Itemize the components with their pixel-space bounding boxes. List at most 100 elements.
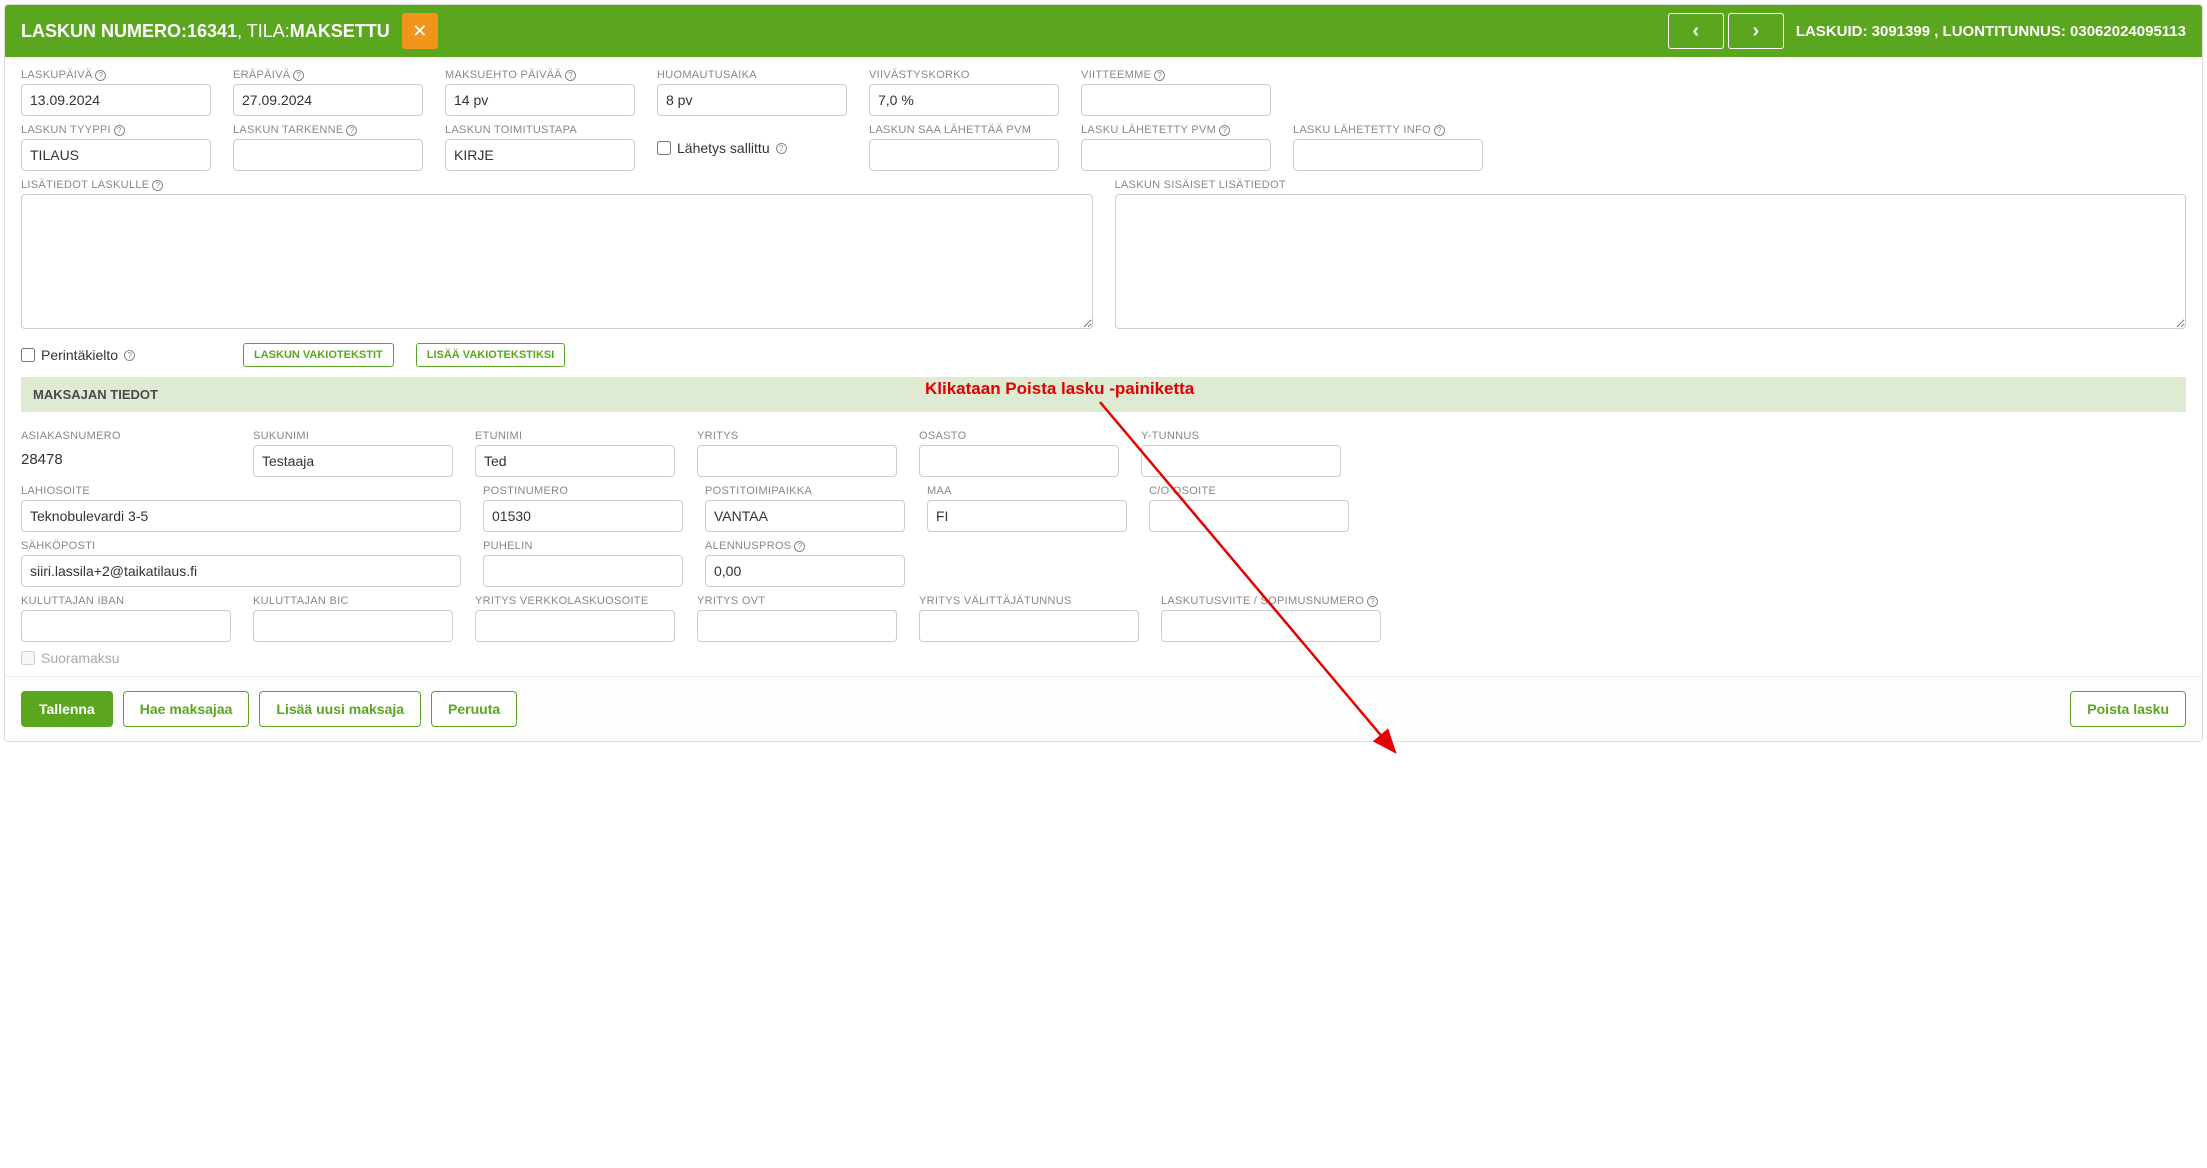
valittaja-label: YRITYS VÄLITTÄJÄTUNNUS (919, 595, 1139, 607)
help-icon[interactable]: ? (346, 125, 357, 136)
viivastyskorko-label: VIIVÄSTYSKORKO (869, 69, 1059, 81)
viitteemme-label: VIITTEEMME? (1081, 69, 1271, 81)
sisaiset-label: LASKUN SISÄISET LISÄTIEDOT (1115, 179, 2187, 191)
saa-lahettaa-input[interactable] (869, 139, 1059, 171)
lahetetty-info-input[interactable] (1293, 139, 1483, 171)
ytunnus-input[interactable] (1141, 445, 1341, 477)
yritys-ovt-input[interactable] (697, 610, 897, 642)
kuluttajan-bic-input[interactable] (253, 610, 453, 642)
osasto-input[interactable] (919, 445, 1119, 477)
laskun-tyyppi-input[interactable] (21, 139, 211, 171)
sahkoposti-input[interactable] (21, 555, 461, 587)
laskun-tarkenne-input[interactable] (233, 139, 423, 171)
help-icon[interactable]: ? (1154, 70, 1165, 81)
kuluttajan-iban-input[interactable] (21, 610, 231, 642)
chevron-right-icon: › (1752, 20, 1759, 43)
suoramaksu-checkbox (21, 651, 35, 665)
lahiosoite-label: LAHIOSOITE (21, 485, 461, 497)
puhelin-input[interactable] (483, 555, 683, 587)
erapaiva-label: ERÄPÄIVÄ? (233, 69, 423, 81)
perintakielto-label: Perintäkielto (41, 347, 118, 363)
hae-maksajaa-button[interactable]: Hae maksajaa (123, 691, 250, 727)
peruuta-button[interactable]: Peruuta (431, 691, 517, 727)
chevron-left-icon: ‹ (1692, 20, 1699, 43)
invoice-header: LASKUN NUMERO: 16341 , TILA: MAKSETTU ✕ … (5, 5, 2202, 57)
huomautusaika-label: HUOMAUTUSAIKA (657, 69, 847, 81)
erapaiva-input[interactable] (233, 84, 423, 116)
next-invoice-button[interactable]: › (1728, 13, 1784, 49)
prev-invoice-button[interactable]: ‹ (1668, 13, 1724, 49)
help-icon[interactable]: ? (95, 70, 106, 81)
sukunimi-label: SUKUNIMI (253, 430, 453, 442)
valittaja-input[interactable] (919, 610, 1139, 642)
help-icon[interactable]: ? (152, 180, 163, 191)
sisaiset-textarea[interactable] (1115, 194, 2187, 329)
help-icon[interactable]: ? (1219, 125, 1230, 136)
help-icon[interactable]: ? (124, 350, 135, 361)
maa-label: MAA (927, 485, 1127, 497)
toimitustapa-input[interactable] (445, 139, 635, 171)
help-icon[interactable]: ? (776, 143, 787, 154)
huomautusaika-input[interactable] (657, 84, 847, 116)
maksajan-tiedot-header: MAKSAJAN TIEDOT (21, 377, 2186, 412)
header-title: LASKUN NUMERO: 16341 , TILA: MAKSETTU ✕ (21, 13, 438, 49)
yritys-verkko-label: YRITYS VERKKOLASKUOSOITE (475, 595, 675, 607)
postinumero-label: POSTINUMERO (483, 485, 683, 497)
asiakasnumero-value: 28478 (21, 445, 231, 468)
postitoimipaikka-input[interactable] (705, 500, 905, 532)
help-icon[interactable]: ? (114, 125, 125, 136)
viivastyskorko-input[interactable] (869, 84, 1059, 116)
etunimi-input[interactable] (475, 445, 675, 477)
laskun-vakiotekstit-button[interactable]: LASKUN VAKIOTEKSTIT (243, 343, 394, 367)
header-prefix: LASKUN NUMERO: (21, 21, 187, 42)
help-icon[interactable]: ? (1434, 125, 1445, 136)
help-icon[interactable]: ? (794, 541, 805, 552)
yritys-verkko-input[interactable] (475, 610, 675, 642)
lisatiedot-textarea[interactable] (21, 194, 1093, 329)
maksuehto-label: MAKSUEHTO PÄIVÄÄ? (445, 69, 635, 81)
header-ids: LASKUID: 3091399 , LUONTITUNNUS: 0306202… (1796, 23, 2186, 40)
alennuspros-label: ALENNUSPROS ? (705, 540, 905, 552)
kuluttajan-bic-label: KULUTTAJAN BIC (253, 595, 453, 607)
kuluttajan-iban-label: KULUTTAJAN IBAN (21, 595, 231, 607)
laskupaiva-input[interactable] (21, 84, 211, 116)
lahetetty-info-label: LASKU LÄHETETTY INFO? (1293, 124, 1483, 136)
perintakielto-checkbox[interactable] (21, 348, 35, 362)
laskutusviite-input[interactable] (1161, 610, 1381, 642)
viitteemme-input[interactable] (1081, 84, 1271, 116)
co-osoite-label: C/O OSOITE (1149, 485, 1349, 497)
lahetys-sallittu-label: Lähetys sallittu (677, 140, 770, 156)
alennuspros-input[interactable] (705, 555, 905, 587)
lahetetty-pvm-input[interactable] (1081, 139, 1271, 171)
poista-lasku-button[interactable]: Poista lasku (2070, 691, 2186, 727)
asiakasnumero-label: ASIAKASNUMERO (21, 430, 231, 442)
action-bar: Tallenna Hae maksajaa Lisää uusi maksaja… (5, 676, 2202, 741)
lisaa-uusi-maksaja-button[interactable]: Lisää uusi maksaja (259, 691, 421, 727)
yritys-input[interactable] (697, 445, 897, 477)
co-osoite-input[interactable] (1149, 500, 1349, 532)
yritys-label: YRITYS (697, 430, 897, 442)
laskun-tyyppi-label: LASKUN TYYPPI? (21, 124, 211, 136)
saa-lahettaa-label: LASKUN SAA LÄHETTÄÄ PVM (869, 124, 1059, 136)
status-prefix: , TILA: (237, 21, 290, 42)
yritys-ovt-label: YRITYS OVT (697, 595, 897, 607)
postinumero-input[interactable] (483, 500, 683, 532)
tools-icon: ✕ (412, 21, 427, 42)
lahetys-sallittu-checkbox[interactable] (657, 141, 671, 155)
ytunnus-label: Y-TUNNUS (1141, 430, 1341, 442)
sahkoposti-label: SÄHKÖPOSTI (21, 540, 461, 552)
invoice-status: MAKSETTU (290, 21, 390, 42)
tools-button[interactable]: ✕ (402, 13, 438, 49)
help-icon[interactable]: ? (565, 70, 576, 81)
tallenna-button[interactable]: Tallenna (21, 691, 113, 727)
postitoimipaikka-label: POSTITOIMIPAIKKA (705, 485, 905, 497)
maa-input[interactable] (927, 500, 1127, 532)
toimitustapa-label: LASKUN TOIMITUSTAPA (445, 124, 635, 136)
lahetetty-pvm-label: LASKU LÄHETETTY PVM? (1081, 124, 1271, 136)
sukunimi-input[interactable] (253, 445, 453, 477)
help-icon[interactable]: ? (293, 70, 304, 81)
maksuehto-input[interactable] (445, 84, 635, 116)
lisaa-vakiotekstiksi-button[interactable]: LISÄÄ VAKIOTEKSTIKSI (416, 343, 566, 367)
lahiosoite-input[interactable] (21, 500, 461, 532)
help-icon[interactable]: ? (1367, 596, 1378, 607)
